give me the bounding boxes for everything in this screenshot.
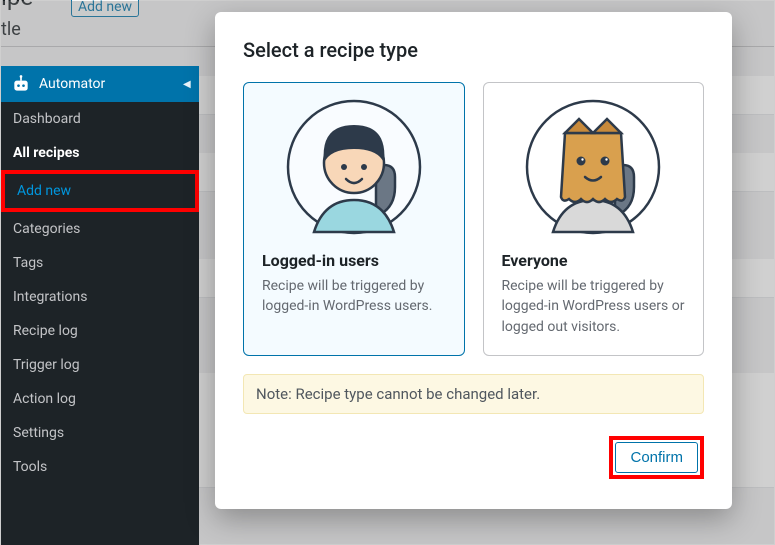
- card-everyone[interactable]: Everyone Recipe will be triggered by log…: [483, 82, 705, 356]
- modal-title: Select a recipe type: [243, 38, 704, 62]
- sidebar-item-trigger-log[interactable]: Trigger log: [1, 348, 199, 382]
- sidebar-item-integrations[interactable]: Integrations: [1, 280, 199, 314]
- sidebar-item-settings[interactable]: Settings: [1, 416, 199, 450]
- logged-in-user-avatar-icon: [262, 97, 446, 237]
- select-recipe-type-modal: Select a recipe type Logged-in users Rec…: [215, 12, 732, 509]
- sidebar-item-tools[interactable]: Tools: [1, 450, 199, 484]
- chevron-left-icon: ◀: [183, 66, 193, 102]
- sidebar-header-automator[interactable]: Automator ◀: [1, 66, 199, 102]
- sidebar-item-add-new[interactable]: Add new: [1, 170, 199, 212]
- sidebar-item-action-log[interactable]: Action log: [1, 382, 199, 416]
- sidebar-item-categories[interactable]: Categories: [1, 212, 199, 246]
- card-everyone-desc: Recipe will be triggered by logged-in Wo…: [502, 276, 686, 337]
- robot-icon: [11, 74, 31, 94]
- sidebar-item-all-recipes[interactable]: All recipes: [1, 136, 199, 170]
- card-everyone-title: Everyone: [502, 251, 686, 270]
- card-logged-in-title: Logged-in users: [262, 251, 446, 270]
- anonymous-bag-avatar-icon: [502, 97, 686, 237]
- sidebar-item-tags[interactable]: Tags: [1, 246, 199, 280]
- sidebar-header-label: Automator: [39, 76, 105, 92]
- confirm-button[interactable]: Confirm: [615, 442, 698, 473]
- note-banner: Note: Recipe type cannot be changed late…: [243, 374, 704, 414]
- sidebar-item-recipe-log[interactable]: Recipe log: [1, 314, 199, 348]
- admin-sidebar: Automator ◀ DashboardAll recipesAdd newC…: [1, 66, 199, 545]
- confirm-highlight-box: Confirm: [609, 436, 704, 479]
- card-logged-in-desc: Recipe will be triggered by logged-in Wo…: [262, 276, 446, 317]
- card-logged-in-users[interactable]: Logged-in users Recipe will be triggered…: [243, 82, 465, 356]
- sidebar-item-dashboard[interactable]: Dashboard: [1, 102, 199, 136]
